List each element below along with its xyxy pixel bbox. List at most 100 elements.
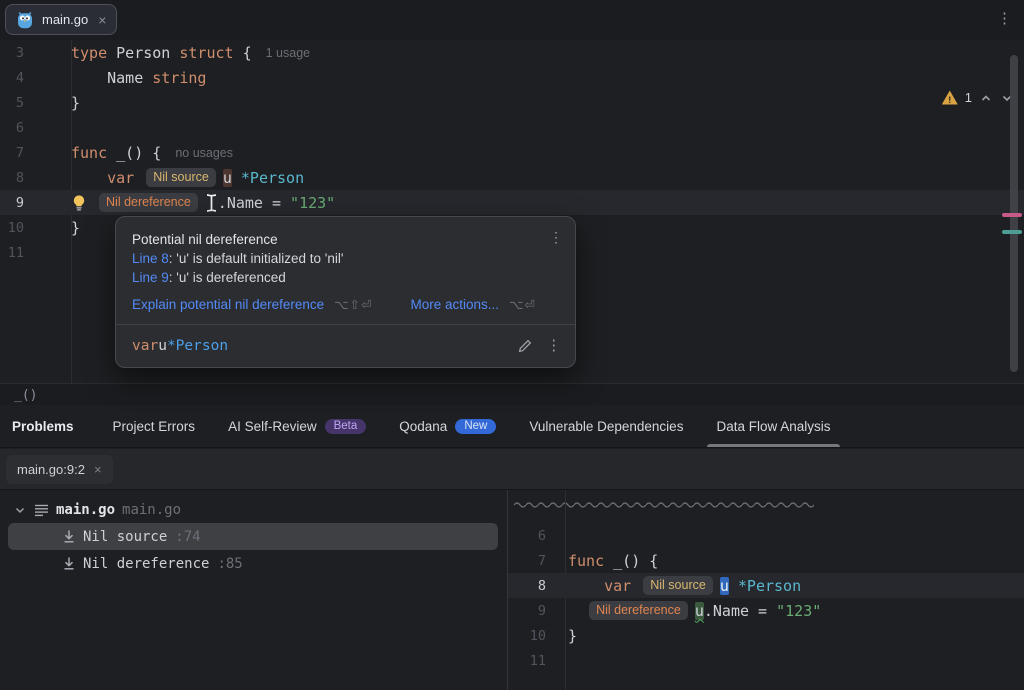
inlay-hint-badge[interactable]: Nil dereference — [589, 601, 688, 620]
line-number[interactable]: 9 — [508, 603, 546, 619]
code-token: } — [71, 94, 80, 112]
edit-pencil-icon[interactable] — [517, 338, 533, 354]
tab-label: Vulnerable Dependencies — [529, 419, 683, 434]
code-line-10[interactable]: 10} — [508, 623, 1024, 648]
code-token: _() { — [613, 552, 658, 570]
inlay-hint-badge[interactable]: Nil dereference — [99, 193, 198, 212]
line-number[interactable]: 11 — [508, 653, 546, 669]
code-token — [71, 169, 107, 187]
dfa-subtab-bar: main.go:9:2 × — [0, 449, 1024, 490]
dfa-preview-editor[interactable]: 67func _() {8 var Nil sourceu *Person9 N… — [508, 490, 1024, 690]
subtab-label: main.go:9:2 — [17, 462, 85, 477]
inspections-widget[interactable]: 1 — [942, 90, 1014, 105]
code-line-5[interactable]: 5} — [0, 90, 1024, 115]
line-8-link[interactable]: Line 8 — [132, 251, 169, 266]
code-token — [568, 577, 604, 595]
inlay-hint-badge[interactable]: Nil source — [146, 168, 216, 187]
code-token: Name — [71, 69, 152, 87]
tree-root-row[interactable]: main.go main.go — [0, 496, 506, 523]
tree-item-nil-dereference[interactable]: Nil dereference :85 — [0, 550, 506, 577]
line-number[interactable]: 6 — [0, 120, 24, 136]
code-token: var — [107, 169, 143, 187]
code-token: = — [272, 194, 290, 212]
explain-action-link[interactable]: Explain potential nil dereference — [132, 297, 324, 312]
jump-to-source-icon — [62, 529, 76, 544]
code-line-6[interactable]: 6 — [0, 115, 1024, 140]
prev-problem-chevron-up-icon[interactable] — [979, 91, 993, 105]
problems-tab-project-errors[interactable]: Project Errors — [100, 405, 209, 447]
line-number[interactable]: 7 — [0, 145, 24, 161]
line-number[interactable]: 11 — [0, 245, 24, 261]
code-line-7[interactable]: 7 func _() { — [508, 548, 1024, 573]
editor-options-kebab-icon[interactable]: ⋮ — [997, 10, 1012, 28]
tab-badge-new: New — [455, 419, 496, 434]
code-token: *Person — [738, 577, 801, 595]
code-token: { — [243, 44, 252, 62]
code-token: u — [720, 577, 729, 595]
line-number[interactable]: 4 — [0, 70, 24, 86]
subtab-close-icon[interactable]: × — [94, 462, 102, 477]
line-number[interactable]: 7 — [508, 553, 546, 569]
line-number[interactable]: 3 — [0, 45, 24, 61]
code-line-7[interactable]: 7func _() {no usages — [0, 140, 1024, 165]
more-actions-shortcut: ⌥⏎ — [509, 297, 536, 312]
preview-code-area[interactable]: 67func _() {8 var Nil sourceu *Person9 N… — [508, 523, 1024, 673]
tree-root-name: main.go — [56, 502, 115, 518]
problems-tab-data-flow-analysis[interactable]: Data Flow Analysis — [703, 405, 843, 447]
declaration-keyword: var — [132, 338, 158, 354]
error-stripe-mark-teal[interactable] — [1002, 230, 1022, 234]
code-line-11[interactable]: 11 — [508, 648, 1024, 673]
dfa-tree: main.go main.go Nil source :74 Nil deref… — [0, 490, 506, 690]
line-8-text: : 'u' is default initialized to 'nil' — [169, 251, 344, 266]
line-number[interactable]: 10 — [0, 220, 24, 236]
code-token: func — [71, 144, 116, 162]
code-token: } — [568, 627, 577, 645]
line-9-text: : 'u' is dereferenced — [169, 270, 286, 285]
line-number[interactable]: 6 — [508, 528, 546, 544]
problems-tab-ai-self-review[interactable]: AI Self-ReviewBeta — [215, 405, 379, 447]
inlay-hint-badge[interactable]: Nil source — [643, 576, 713, 595]
subtab-main-go-9-2[interactable]: main.go:9:2 × — [6, 455, 113, 484]
code-line-9[interactable]: 9 Nil dereference.Name = "123" — [0, 190, 1024, 215]
line-number[interactable]: 8 — [508, 578, 546, 594]
code-token: func — [568, 552, 613, 570]
tree-root-location: main.go — [122, 502, 181, 518]
editor-tab-label: main.go — [42, 12, 88, 27]
chevron-down-icon[interactable] — [13, 503, 27, 517]
code-token — [87, 194, 96, 212]
code-line-3[interactable]: 3type Person struct {1 usage — [0, 40, 1024, 65]
code-token — [232, 169, 241, 187]
editor-tab-main-go[interactable]: main.go × — [5, 4, 117, 35]
code-line-9[interactable]: 9 Nil dereferenceu.Name = "123" — [508, 598, 1024, 623]
line-number[interactable]: 9 — [0, 195, 24, 211]
explain-shortcut: ⌥⇧⏎ — [334, 297, 372, 312]
code-line-4[interactable]: 4 Name string — [0, 65, 1024, 90]
code-line-6[interactable]: 6 — [508, 523, 1024, 548]
tooltip-kebab-icon[interactable]: ⋮ — [549, 229, 563, 246]
code-token: no usages — [175, 146, 233, 160]
error-stripe-mark-pink[interactable] — [1002, 213, 1022, 217]
line-number[interactable]: 5 — [0, 95, 24, 111]
problems-panel-title[interactable]: Problems — [12, 419, 74, 434]
declaration-kebab-icon[interactable]: ⋮ — [547, 338, 562, 354]
more-actions-link[interactable]: More actions... — [410, 297, 499, 312]
line-9-link[interactable]: Line 9 — [132, 270, 169, 285]
tree-item-nil-source[interactable]: Nil source :74 — [8, 523, 498, 550]
problems-tab-qodana[interactable]: Qodana New — [386, 405, 509, 447]
breadcrumb[interactable]: _() — [14, 388, 37, 403]
line-number[interactable]: 8 — [0, 170, 24, 186]
problems-tab-vulnerable-dependencies[interactable]: Vulnerable Dependencies — [516, 405, 696, 447]
code-token: .Name — [704, 602, 758, 620]
tab-label: AI Self-Review — [228, 419, 317, 434]
lightbulb-icon[interactable] — [71, 194, 87, 212]
code-line-8[interactable]: 8 var Nil sourceu *Person — [508, 573, 1024, 598]
code-token: u — [223, 169, 232, 187]
code-token: = — [758, 602, 776, 620]
tab-label: Qodana — [399, 419, 447, 434]
tab-close-icon[interactable]: × — [98, 12, 106, 28]
line-number[interactable]: 10 — [508, 628, 546, 644]
code-token: Person — [116, 44, 179, 62]
problems-tabs: Project ErrorsAI Self-ReviewBeta Qodana Ne… — [100, 405, 851, 447]
code-line-8[interactable]: 8 var Nil sourceu *Person — [0, 165, 1024, 190]
file-structure-icon — [34, 503, 49, 517]
